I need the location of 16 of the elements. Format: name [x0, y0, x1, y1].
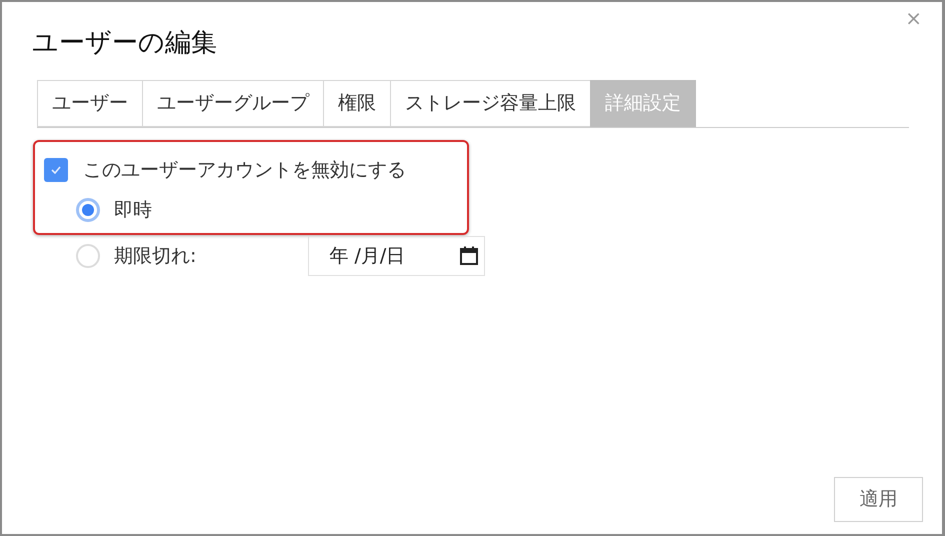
- tab[interactable]: ユーザー: [37, 80, 143, 127]
- date-field[interactable]: 年 /月/日: [308, 236, 486, 276]
- radio-button[interactable]: [76, 198, 100, 222]
- checkbox-label: このユーザーアカウントを無効にする: [83, 158, 406, 183]
- radio-label: 期限切れ:: [114, 244, 196, 269]
- tab[interactable]: ストレージ容量上限: [390, 80, 591, 127]
- radio-button[interactable]: [76, 244, 100, 268]
- date-value: 年 /月/日: [329, 244, 406, 269]
- tab[interactable]: ユーザーグループ: [142, 80, 324, 127]
- checkbox[interactable]: [44, 158, 68, 182]
- calendar-icon[interactable]: [460, 246, 478, 266]
- dialog-title: ユーザーの編集: [32, 27, 218, 60]
- tab[interactable]: 権限: [323, 80, 391, 127]
- check-icon: [51, 166, 61, 174]
- radio-label: 即時: [114, 198, 152, 223]
- apply-button[interactable]: 適用: [834, 477, 923, 522]
